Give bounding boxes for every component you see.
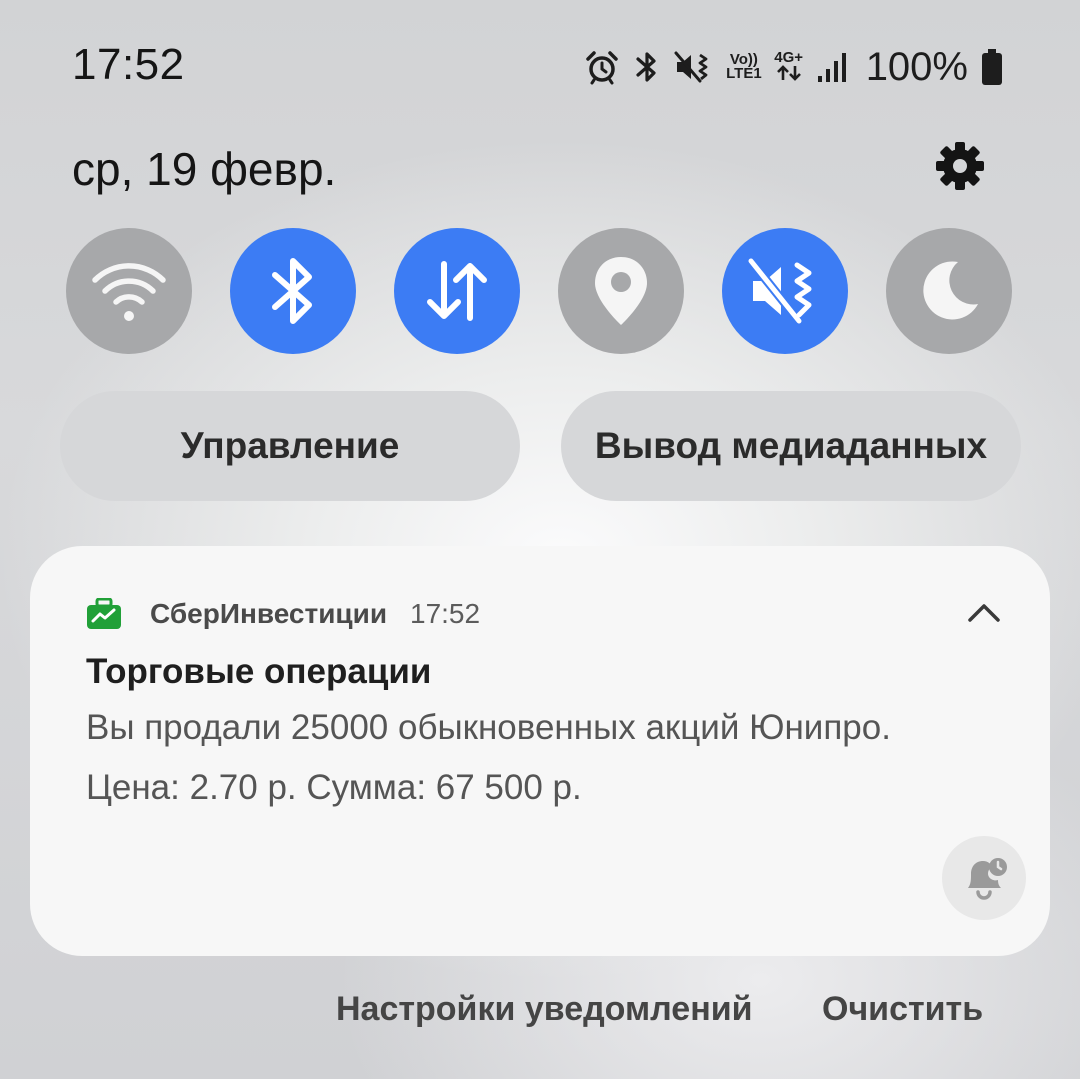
- chevron-up-icon: [968, 604, 1000, 622]
- sber-investments-app-icon: [86, 597, 122, 630]
- data-transfer-icon: [427, 261, 487, 321]
- vibrate-icon: [674, 49, 714, 85]
- moon-icon: [923, 261, 978, 320]
- settings-button[interactable]: [930, 136, 990, 196]
- notification-text-line-1: Вы продали 25000 обыкновенных акций Юнип…: [86, 708, 891, 747]
- status-icons: Vo)) LTE1 4G+ 100%: [584, 42, 1004, 92]
- notification-app-name: СберИнвестиции: [150, 598, 388, 629]
- 4g-plus-label: 4G+: [774, 48, 804, 66]
- notification-settings-button[interactable]: Настройки уведомлений: [336, 990, 753, 1029]
- media-output-button[interactable]: Вывод медиаданных: [561, 391, 1021, 501]
- signal-icon: [816, 50, 850, 84]
- clear-all-button[interactable]: Очистить: [822, 990, 983, 1029]
- lte-label: LTE1: [726, 65, 762, 82]
- status-clock: 17:52: [72, 40, 185, 89]
- bluetooth-icon: [632, 49, 662, 85]
- status-bar: 17:52 Vo)) LTE1 4G+ 100%: [0, 0, 1080, 130]
- notification-title: Торговые операции: [86, 652, 432, 691]
- date-label: ср, 19 февр.: [72, 143, 337, 195]
- snooze-button[interactable]: [942, 836, 1026, 920]
- location-pin-icon: [595, 257, 647, 325]
- device-control-button[interactable]: Управление: [60, 391, 520, 501]
- collapse-button[interactable]: [964, 592, 1004, 632]
- notification-time: 17:52: [410, 598, 481, 629]
- qs-tile-bluetooth[interactable]: [230, 228, 356, 354]
- qs-tile-mobile-data[interactable]: [394, 228, 520, 354]
- qs-tile-night-mode[interactable]: [886, 228, 1012, 354]
- data-arrows-icon: [776, 64, 801, 81]
- notification-card[interactable]: СберИнвестиции 17:52 Торговые операции В…: [30, 546, 1050, 956]
- volte-icon: Vo)) LTE1: [726, 52, 762, 82]
- notification-text-line-2: Цена: 2.70 р. Сумма: 67 500 р.: [86, 768, 582, 807]
- 4g-plus-icon: 4G+: [774, 48, 804, 84]
- wifi-icon: [92, 263, 166, 321]
- alarm-icon: [584, 49, 620, 85]
- quick-settings-row: [66, 228, 1012, 354]
- battery-percent: 100%: [865, 44, 968, 89]
- qs-tile-sound-mode[interactable]: [722, 228, 848, 354]
- qs-tile-location[interactable]: [558, 228, 684, 354]
- qs-tile-wifi[interactable]: [66, 228, 192, 354]
- bell-snooze-icon: [968, 858, 1007, 900]
- vibrate-mode-icon: [747, 256, 812, 326]
- battery-icon: [980, 48, 1004, 86]
- bluetooth-icon: [272, 258, 312, 324]
- gear-icon: [936, 142, 984, 190]
